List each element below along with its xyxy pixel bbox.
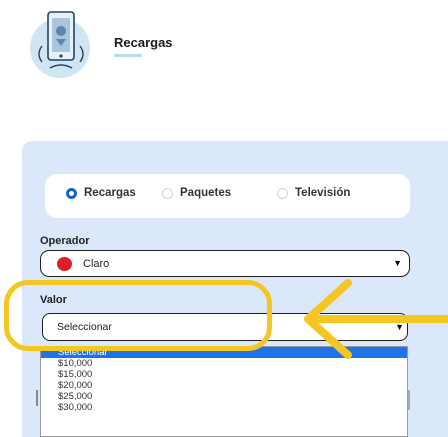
tab-television[interactable]: Televisión: [277, 187, 350, 199]
dropdown-edge: [36, 390, 38, 406]
valor-option[interactable]: $15,000: [41, 369, 407, 380]
operador-value: Claro: [83, 258, 110, 270]
tab-paquetes-label: Paquetes: [180, 187, 232, 199]
tab-paquetes[interactable]: Paquetes: [162, 187, 231, 199]
operador-label: Operador: [40, 235, 90, 247]
dropdown-edge: [408, 390, 410, 410]
valor-option[interactable]: $25,000: [41, 391, 407, 402]
arrow-left-icon: [304, 279, 448, 359]
chevron-down-icon: ▼: [393, 258, 402, 268]
claro-logo-icon: [57, 257, 72, 271]
operador-select[interactable]: Claro ▼: [40, 250, 410, 277]
radio-unselected-icon: [162, 187, 173, 199]
radio-unselected-icon: [277, 187, 288, 199]
valor-option[interactable]: $30,000: [41, 402, 407, 413]
radio-selected-icon: [66, 187, 77, 199]
title-underline: [114, 54, 142, 57]
page-title: Recargas: [114, 35, 173, 50]
valor-option[interactable]: $20,000: [41, 380, 407, 391]
valor-option[interactable]: $10,000: [41, 358, 407, 369]
tab-recargas[interactable]: Recargas: [66, 187, 136, 199]
tab-television-label: Televisión: [295, 187, 351, 199]
tab-recargas-label: Recargas: [84, 187, 136, 199]
phone-recharge-icon: [30, 11, 90, 78]
highlight-annotation: [4, 280, 272, 351]
valor-options-list: Seleccionar $10,000 $15,000 $20,000 $25,…: [40, 346, 408, 437]
